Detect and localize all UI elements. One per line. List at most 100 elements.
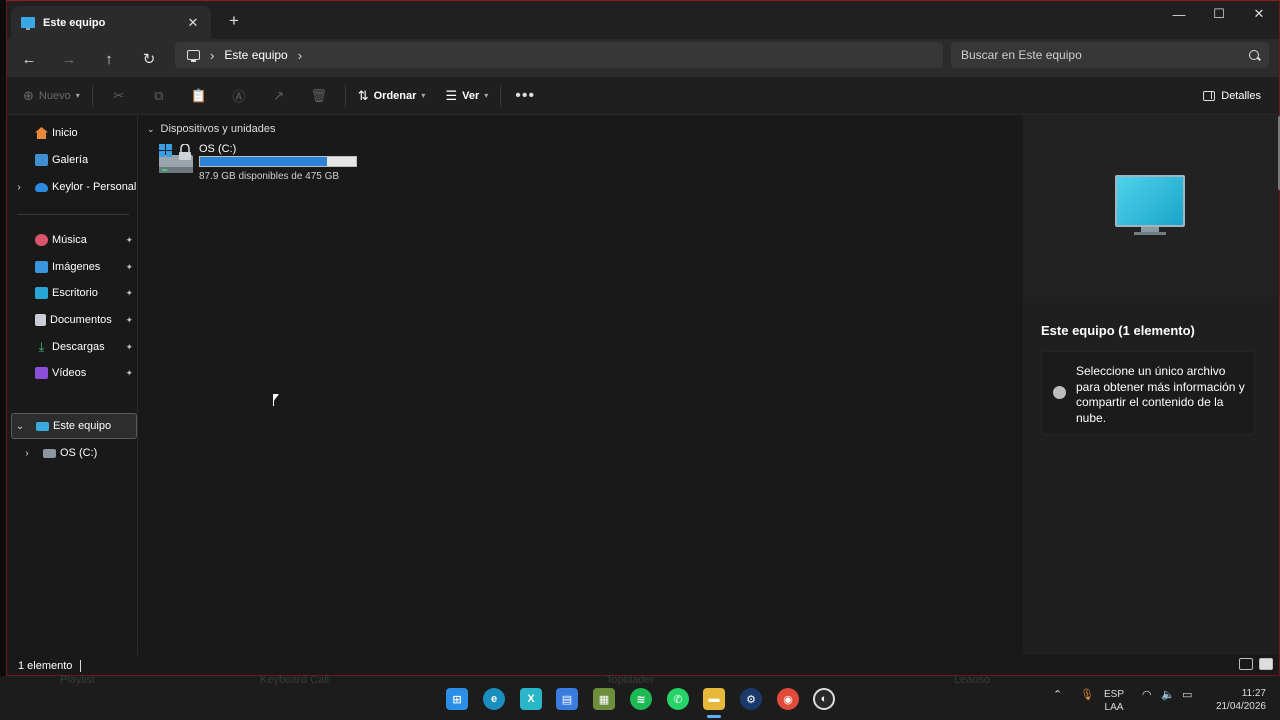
chevron-right-icon[interactable]: › [11,182,27,193]
minimize-button[interactable]: — [1159,1,1199,27]
close-tab-icon[interactable]: ✕ [185,15,201,31]
tiles-view-icon[interactable] [1259,658,1273,670]
maximize-button[interactable]: ☐ [1199,1,1239,27]
sidebar-item-label: Descargas [52,341,105,353]
tab-este-equipo[interactable]: Este equipo ✕ [11,6,211,39]
pin-icon[interactable]: ✦ [125,342,133,353]
sidebar-item-drive-c[interactable]: › OS (C:) [19,440,145,466]
input-language[interactable]: ESP LAA [1104,688,1124,714]
sort-icon: ⇅ [357,87,369,103]
chevron-down-icon[interactable]: ⌄ [12,421,28,432]
start-windows-icon[interactable]: ⊞ [446,688,468,710]
sidebar-item-label: Este equipo [53,420,112,432]
breadcrumb-este-equipo[interactable]: Este equipo [224,48,287,62]
file-explorer-icon[interactable]: ▬ [703,688,725,710]
sidebar-item-inicio[interactable]: Inicio [11,120,137,146]
monitor-base [1134,232,1166,235]
drive-icon [43,448,56,458]
status-bar: 1 elemento [7,655,1279,676]
details-pane: Este equipo (1 elemento) Seleccione un ú… [1023,115,1279,655]
whatsapp-icon[interactable]: ✆ [667,688,689,710]
pin-icon[interactable]: ✦ [125,235,133,246]
chrome-icon[interactable]: ◉ [777,688,799,710]
microphone-icon[interactable]: 🎙 [1080,688,1094,701]
cut-icon[interactable]: ✂ [105,82,133,110]
info-text: Seleccione un único archivo para obtener… [1076,364,1245,425]
divider [344,84,346,107]
chevron-right-icon[interactable]: › [19,448,35,459]
paste-icon[interactable]: 📋 [185,82,213,110]
divider [500,84,502,107]
copy-icon[interactable]: ⧉ [145,82,173,110]
address-bar: ← → ↑ ↻ › Este equipo › [7,39,1279,77]
search-input[interactable] [961,48,1249,62]
refresh-button[interactable]: ↻ [135,45,163,73]
share-icon[interactable]: ↗ [265,82,293,110]
details-pane-icon [1203,91,1216,101]
minecraft-icon[interactable]: ▦ [593,688,615,710]
chevron-right-icon[interactable]: › [298,48,302,63]
sidebar-item-descargas[interactable]: ⤓ Descargas ✦ [11,334,137,360]
chevron-up-icon[interactable]: ⌃ [1053,688,1062,701]
file-list[interactable]: ⌄ Dispositivos y unidades OS (C:) 87.9 G… [139,115,1023,655]
sidebar-item-label: Escritorio [52,287,98,299]
sidebar-item-escritorio[interactable]: Escritorio ✦ [11,280,137,306]
sort-button[interactable]: ⇅ Ordenar ▾ [352,82,432,110]
command-bar: ⊕ Nuevo ▾ ✂ ⧉ 📋 Ⓐ ↗ 🗑 ⇅ Ordenar ▾ ☰ Ver … [7,77,1279,115]
search-box[interactable] [951,42,1269,68]
taskbar: Playlist Keyboard Call Topblader Leaoso … [0,674,1280,720]
delete-icon[interactable]: 🗑 [305,82,333,110]
edge-icon[interactable]: e [483,688,505,710]
plus-circle-icon: ⊕ [23,87,34,103]
pin-icon[interactable]: ✦ [125,368,133,379]
navigation-pane: Inicio Galería › Keylor - Personal Músic… [7,115,138,655]
sidebar-item-musica[interactable]: Música ✦ [11,227,137,253]
more-options-button[interactable]: ••• [515,87,535,105]
spotify-icon[interactable]: ≋ [630,688,652,710]
sidebar-item-este-equipo[interactable]: ⌄ Este equipo [11,413,137,439]
this-pc-icon [36,421,49,431]
pin-icon[interactable]: ✦ [125,315,133,326]
chevron-right-icon[interactable]: › [210,48,214,63]
back-button[interactable]: ← [15,45,43,73]
sidebar-item-onedrive[interactable]: › Keylor - Personal [11,174,137,200]
breadcrumb[interactable]: › Este equipo › [175,42,943,68]
close-window-button[interactable]: ✕ [1239,1,1279,27]
home-icon [35,127,48,139]
battery-icon[interactable]: ▭ [1182,688,1192,701]
details-view-icon[interactable] [1239,658,1253,670]
documents-icon [35,314,46,326]
obs-icon[interactable]: ◐ [813,688,835,710]
sidebar-item-label: Música [52,234,87,246]
view-button[interactable]: ☰ Ver ▾ [439,82,494,110]
clock[interactable]: 11:27 21/04/2026 [1210,687,1266,713]
group-title: Dispositivos y unidades [160,123,276,135]
new-tab-button[interactable]: + [225,11,243,31]
wifi-icon[interactable]: ◠ [1142,688,1152,701]
x-app-icon[interactable]: X [520,688,542,710]
details-button-label: Detalles [1221,90,1261,102]
info-icon [1053,386,1066,399]
sidebar-item-label: OS (C:) [60,447,98,459]
pin-icon[interactable]: ✦ [125,262,133,273]
group-header[interactable]: ⌄ Dispositivos y unidades [147,123,276,135]
chevron-down-icon: ▾ [484,91,489,100]
rename-icon[interactable]: Ⓐ [225,82,253,110]
view-toggles [1239,658,1273,670]
sidebar-item-videos[interactable]: Vídeos ✦ [11,360,137,386]
onedrive-cloud-icon [35,182,48,192]
sidebar-item-documentos[interactable]: Documentos ✦ [11,307,137,333]
divider [91,84,93,107]
sidebar-item-galeria[interactable]: Galería [11,147,137,173]
store-icon[interactable]: ▤ [556,688,578,710]
drive-free-space: 87.9 GB disponibles de 475 GB [199,171,340,182]
drive-item-c[interactable]: OS (C:) 87.9 GB disponibles de 475 GB [157,141,367,183]
pin-icon[interactable]: ✦ [125,288,133,299]
sidebar-item-imagenes[interactable]: Imágenes ✦ [11,254,137,280]
steam-icon[interactable]: ⚙ [740,688,762,710]
up-button[interactable]: ↑ [95,45,123,73]
new-button[interactable]: ⊕ Nuevo ▾ [17,82,86,110]
volume-icon[interactable]: 🔈 [1161,688,1175,701]
forward-button[interactable]: → [55,45,83,73]
details-button[interactable]: Detalles [1203,82,1261,110]
